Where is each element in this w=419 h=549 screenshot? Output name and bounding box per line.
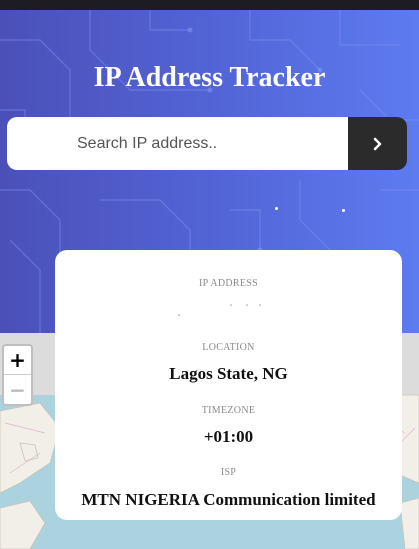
info-card: IP ADDRESS LOCATION Lagos State, NG TIME… (55, 250, 402, 520)
ip-address-label: IP ADDRESS (198, 278, 259, 289)
top-bar (0, 0, 419, 10)
chevron-right-icon (373, 137, 381, 150)
zoom-out-button[interactable]: − (4, 375, 31, 404)
search-bar (7, 117, 407, 170)
search-input[interactable] (7, 117, 349, 170)
zoom-in-button[interactable]: + (4, 346, 31, 375)
location-label: LOCATION (202, 342, 255, 353)
loading-dot (342, 209, 345, 212)
search-button[interactable] (348, 117, 407, 170)
isp-value: MTN NIGERIA Communication limited (81, 490, 376, 509)
page-title: IP Address Tracker (93, 62, 326, 93)
ip-placeholder-dots (178, 304, 261, 316)
isp-label: ISP (220, 467, 237, 478)
zoom-control: + − (2, 344, 33, 406)
timezone-value: +01:00 (203, 427, 254, 446)
loading-dot (275, 207, 278, 210)
timezone-label: TIMEZONE (201, 405, 256, 416)
location-value: Lagos State, NG (169, 364, 288, 383)
